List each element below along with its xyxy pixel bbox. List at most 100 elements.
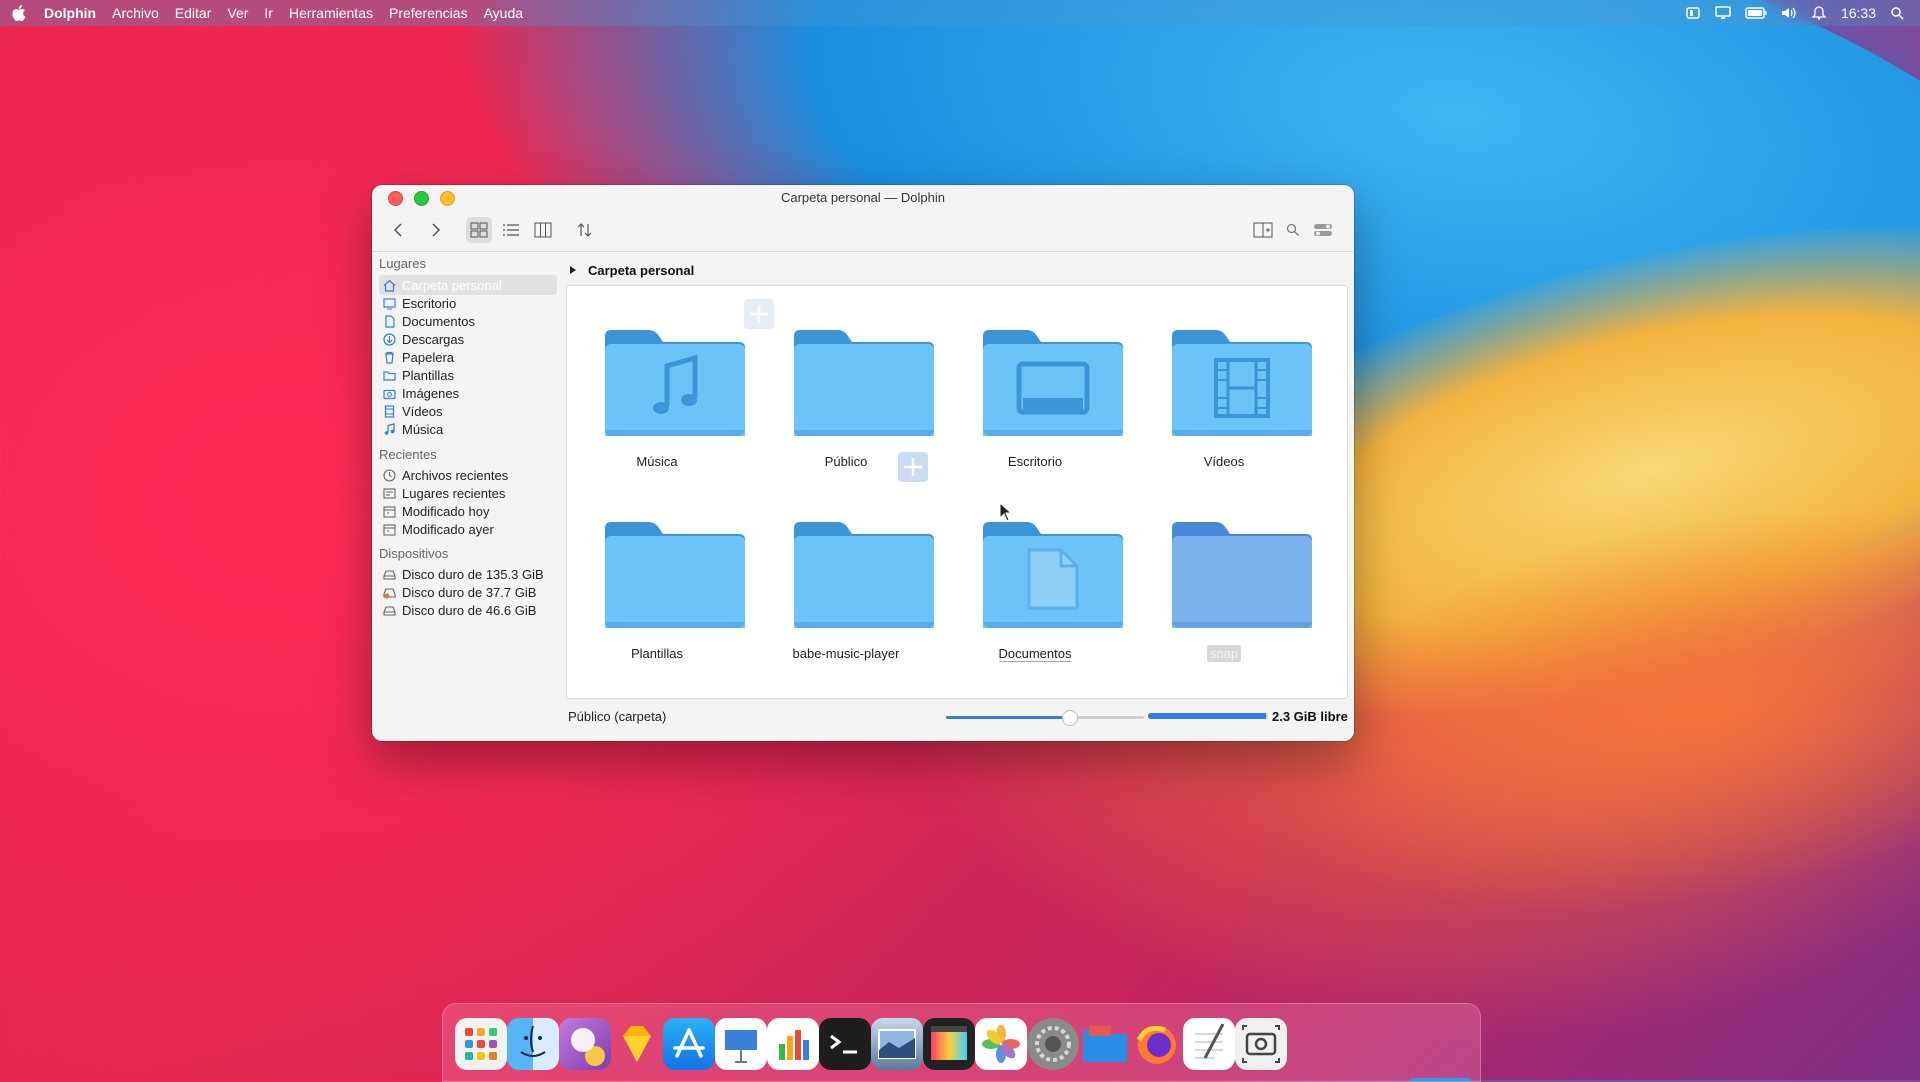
zoom-slider-handle[interactable] [1061,710,1078,726]
calendar-icon [383,523,396,536]
sidebar-item-archivos-recientes[interactable]: Archivos recientes [379,465,557,485]
menu-app-name[interactable]: Dolphin [44,5,96,21]
sidebar-item-carpeta-personal[interactable]: Carpeta personal [379,275,557,295]
list-view-icon [503,224,519,236]
app-store-icon[interactable] [663,1018,715,1070]
notification-bell-icon[interactable] [1811,6,1827,20]
zoom-slider[interactable] [946,710,1144,726]
sketch-icon[interactable] [611,1018,663,1070]
menu-ver[interactable]: Ver [227,5,248,21]
sort-button[interactable] [572,217,598,243]
back-button[interactable] [386,217,412,243]
forward-button[interactable] [422,217,448,243]
toolbar [372,209,1354,252]
folder-item-escritorio[interactable]: Escritorio [945,286,1125,469]
system-preferences-icon[interactable] [1027,1018,1079,1070]
sidebar-item-escritorio[interactable]: Escritorio [379,293,557,313]
discover-icon[interactable] [559,1018,611,1070]
folder-item-documentos[interactable]: Documentos [945,478,1125,662]
menu-editar[interactable]: Editar [175,5,212,21]
folder-label: snap [1134,645,1314,662]
menu-archivo[interactable]: Archivo [112,5,159,21]
preview-icon[interactable] [871,1018,923,1070]
sidebar-item-label: Disco duro de 135.3 GiB [402,566,544,582]
sidebar-item-lugares-recientes[interactable]: Lugares recientes [379,483,557,503]
menu-ayuda[interactable]: Ayuda [484,5,523,21]
folder-label: Escritorio [1007,454,1063,469]
apple-logo-icon[interactable] [12,5,26,21]
documents-folder-icon [983,522,1123,628]
chevron-right-icon [432,223,441,237]
free-space-fill [1148,713,1266,719]
status-bar: Público (carpeta) 2.3 GiB libre [372,703,1354,731]
sidebar-item-label: Archivos recientes [402,467,509,483]
folder-item-babe-music-player[interactable]: babe-music-player [756,478,936,661]
sidebar-item-descargas[interactable]: Descargas [379,329,557,349]
menu-ir[interactable]: Ir [264,5,273,21]
sidebar-item-label: Escritorio [402,295,457,311]
display-tray-icon[interactable] [1715,6,1731,20]
sidebar-item-imagenes[interactable]: Imágenes [379,383,557,403]
breadcrumb-current[interactable]: Carpeta personal [588,263,694,278]
sidebar-item-label: Lugares recientes [402,485,506,501]
sidebar-item-label: Papelera [402,349,455,365]
clock-icon [383,468,396,482]
sidebar-item-disco-46[interactable]: Disco duro de 46.6 GiB [379,600,557,620]
sidebar-item-label: Documentos [402,313,475,329]
split-view-button[interactable] [1250,217,1276,243]
details-view-button[interactable] [498,217,524,243]
search-tray-icon[interactable] [1890,6,1906,20]
sidebar-item-label: Plantillas [402,367,455,383]
folder-item-publico[interactable]: Público [756,286,936,469]
folder-icon [383,370,396,381]
title-bar[interactable]: Carpeta personal — Dolphin [372,185,1354,209]
sidebar-item-disco-135[interactable]: Disco duro de 135.3 GiB [379,564,557,584]
sidebar-item-documentos[interactable]: Documentos [379,311,557,331]
breadcrumb[interactable]: Carpeta personal [568,259,694,281]
sidebar-item-label: Música [402,421,444,437]
sidebar-item-label: Disco duro de 46.6 GiB [402,602,537,618]
sidebar-item-modificado-hoy[interactable]: Modificado hoy [379,501,557,521]
camera-icon [383,389,396,399]
home-icon [383,279,396,292]
clock[interactable]: 16:33 [1841,5,1876,21]
launchpad-icon[interactable] [455,1018,507,1070]
folder-item-videos[interactable]: Vídeos [1134,286,1314,469]
expand-triangle-icon[interactable] [568,265,578,275]
search-button[interactable] [1280,217,1306,243]
volume-tray-icon[interactable] [1781,6,1797,20]
sidebar-item-videos[interactable]: Vídeos [379,401,557,421]
sidebar-item-disco-37[interactable]: Disco duro de 37.7 GiB [379,582,557,602]
photos-icon[interactable] [975,1018,1027,1070]
files-icon[interactable] [1079,1018,1131,1070]
places-heading: Lugares [379,256,426,271]
control-menu-button[interactable] [1310,217,1336,243]
columns-view-button[interactable] [530,217,556,243]
menu-preferencias[interactable]: Preferencias [389,5,468,21]
sidebar-item-musica[interactable]: Música [379,419,557,439]
firefox-icon[interactable] [1131,1018,1183,1070]
screenshot-icon[interactable] [1235,1018,1287,1070]
folder-item-snap[interactable]: snap [1134,478,1314,662]
sidebar-item-papelera[interactable]: Papelera [379,347,557,367]
sidebar-item-label: Modificado hoy [402,503,490,519]
finder-icon[interactable] [507,1018,559,1070]
menu-herramientas[interactable]: Herramientas [289,5,373,21]
sort-icon [577,223,592,237]
file-view[interactable]: Música Público Escritorio Vídeos Plantil… [566,285,1348,699]
numbers-icon[interactable] [767,1018,819,1070]
sidebar-item-modificado-ayer[interactable]: Modificado ayer [379,519,557,539]
sidebar-item-plantillas[interactable]: Plantillas [379,365,557,385]
terminal-icon[interactable] [819,1018,871,1070]
icons-view-button[interactable] [466,217,492,243]
battery-tray-icon[interactable] [1745,6,1767,20]
keynote-icon[interactable] [715,1018,767,1070]
desktop-folder-icon [983,330,1123,436]
folder-item-plantillas[interactable]: Plantillas [567,478,747,661]
search-icon [1286,223,1299,236]
folder-item-musica[interactable]: Música [567,286,747,469]
hdd-tray-icon[interactable] [1685,6,1701,20]
textedit-icon[interactable] [1183,1018,1235,1070]
final-cut-icon[interactable] [923,1018,975,1070]
recent-heading: Recientes [379,447,437,462]
